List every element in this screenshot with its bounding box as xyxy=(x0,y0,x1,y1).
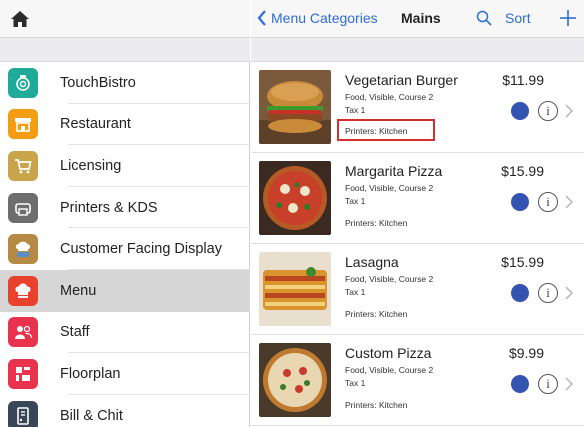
sidebar-item-label: Printers & KDS xyxy=(60,199,158,216)
item-name: Custom Pizza xyxy=(345,345,432,361)
home-icon[interactable] xyxy=(10,9,30,29)
sidebar-item-bill-chit[interactable]: Bill & Chit xyxy=(0,395,250,427)
sort-button[interactable]: Sort xyxy=(505,10,531,26)
storefront-icon xyxy=(8,109,38,140)
sidebar-item-label: Bill & Chit xyxy=(60,407,123,424)
item-tax: Tax 1 xyxy=(345,105,366,115)
menu-item-row[interactable]: Margarita Pizza Food, Visible, Course 2 … xyxy=(251,153,584,244)
people-icon xyxy=(8,317,38,348)
item-tax: Tax 1 xyxy=(345,196,366,206)
custom-pizza-image xyxy=(259,343,331,417)
page-title: Mains xyxy=(401,10,441,26)
item-tax: Tax 1 xyxy=(345,378,366,388)
search-icon[interactable] xyxy=(476,10,492,26)
chevron-right-icon xyxy=(565,104,573,118)
menu-item-row[interactable]: Custom Pizza Food, Visible, Course 2 Tax… xyxy=(251,335,584,426)
item-printers: Printers: Kitchen xyxy=(345,218,408,228)
sidebar-item-touchbistro[interactable]: TouchBistro xyxy=(0,62,250,104)
info-icon[interactable]: i xyxy=(538,283,558,303)
item-name: Margarita Pizza xyxy=(345,163,443,179)
floorplan-icon xyxy=(8,358,38,389)
sidebar-item-floorplan[interactable]: Floorplan xyxy=(0,353,250,395)
menu-item-row[interactable]: Vegetarian Burger Food, Visible, Course … xyxy=(251,62,584,153)
sidebar-item-menu[interactable]: Menu xyxy=(0,269,250,312)
item-color-dot xyxy=(511,193,529,211)
info-icon[interactable]: i xyxy=(538,101,558,121)
sidebar-item-staff[interactable]: Staff xyxy=(0,312,250,354)
item-name: Lasagna xyxy=(345,254,399,270)
settings-sidebar: TouchBistro Restaurant Licensing Printer… xyxy=(0,0,250,427)
info-icon[interactable]: i xyxy=(538,192,558,212)
sidebar-item-licensing[interactable]: Licensing xyxy=(0,145,250,187)
item-meta: Food, Visible, Course 2 xyxy=(345,365,434,375)
sidebar-item-label: Restaurant xyxy=(60,116,131,133)
touchbistro-icon xyxy=(8,67,38,98)
add-icon[interactable] xyxy=(559,9,577,27)
cfd-chef-icon xyxy=(8,234,38,265)
sidebar-top-bar xyxy=(0,0,250,38)
item-printers: Printers: Kitchen xyxy=(345,309,408,319)
section-band xyxy=(251,38,584,62)
item-name: Vegetarian Burger xyxy=(345,72,458,88)
nav-bar: Menu Categories Mains Sort xyxy=(251,0,584,38)
sidebar-item-label: Staff xyxy=(60,324,90,341)
burger-image xyxy=(259,70,331,144)
back-button-label: Menu Categories xyxy=(271,10,378,26)
item-meta: Food, Visible, Course 2 xyxy=(345,274,434,284)
pizza-image xyxy=(259,161,331,235)
menu-items-pane: Menu Categories Mains Sort Vegetarian Bu… xyxy=(251,0,584,427)
item-tax: Tax 1 xyxy=(345,287,366,297)
item-printers: Printers: Kitchen xyxy=(345,400,408,410)
item-price: $9.99 xyxy=(508,345,544,361)
chevron-right-icon xyxy=(565,286,573,300)
item-color-dot xyxy=(511,284,529,302)
printer-icon xyxy=(8,192,38,223)
lasagna-image xyxy=(259,252,331,326)
menu-item-list: Vegetarian Burger Food, Visible, Course … xyxy=(251,62,584,426)
back-button[interactable]: Menu Categories xyxy=(257,10,378,26)
item-color-dot xyxy=(511,102,529,120)
sidebar-item-label: Menu xyxy=(60,282,97,299)
item-meta: Food, Visible, Course 2 xyxy=(345,183,434,193)
item-color-dot xyxy=(511,375,529,393)
sidebar-item-label: Customer Facing Display xyxy=(60,241,222,258)
sidebar-item-label: Licensing xyxy=(60,157,122,174)
item-price: $11.99 xyxy=(502,72,544,88)
chef-hat-icon xyxy=(8,275,38,306)
menu-item-row[interactable]: Lasagna Food, Visible, Course 2 Tax 1 Pr… xyxy=(251,244,584,335)
item-meta: Food, Visible, Course 2 xyxy=(345,92,434,102)
sidebar-item-customer-facing-display[interactable]: Customer Facing Display xyxy=(0,228,250,270)
chevron-right-icon xyxy=(565,377,573,391)
sidebar-item-label: Floorplan xyxy=(60,365,121,382)
cart-icon xyxy=(8,150,38,181)
chevron-left-icon xyxy=(257,10,266,26)
sidebar-item-restaurant[interactable]: Restaurant xyxy=(0,104,250,146)
sidebar-item-printers-kds[interactable]: Printers & KDS xyxy=(0,187,250,229)
sidebar-section-band xyxy=(0,38,250,62)
item-printers-highlighted: Printers: Kitchen xyxy=(337,119,435,141)
chevron-right-icon xyxy=(565,195,573,209)
sidebar-list: TouchBistro Restaurant Licensing Printer… xyxy=(0,62,250,427)
info-icon[interactable]: i xyxy=(538,374,558,394)
item-price: $15.99 xyxy=(501,163,544,179)
receipt-icon xyxy=(8,400,38,427)
item-price: $15.99 xyxy=(501,254,544,270)
sidebar-item-label: TouchBistro xyxy=(60,74,136,91)
